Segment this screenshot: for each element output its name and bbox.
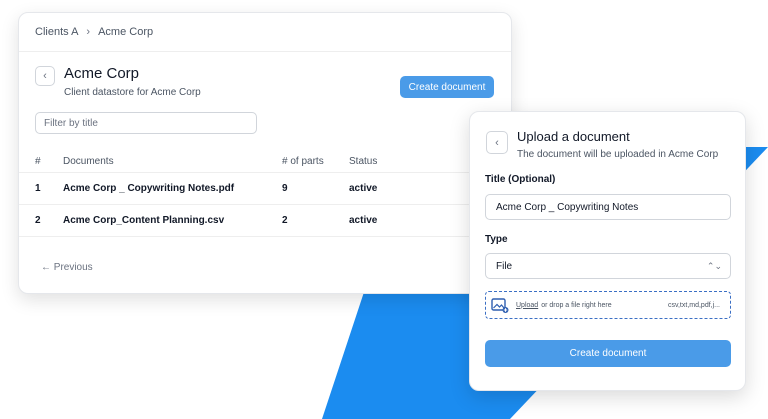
page-title: Acme Corp bbox=[64, 65, 140, 82]
header-text: Acme Corp Client datastore for Acme Corp bbox=[64, 65, 201, 98]
submit-create-document-button[interactable]: Create document bbox=[485, 340, 731, 367]
column-header-documents: Documents bbox=[63, 155, 114, 167]
modal-title: Upload a document bbox=[517, 129, 630, 144]
row-number: 1 bbox=[35, 183, 41, 194]
documents-table: # Documents # of parts Status 1 Acme Cor… bbox=[19, 150, 511, 237]
document-name[interactable]: Acme Corp_Content Planning.csv bbox=[63, 215, 282, 226]
type-field-label: Type bbox=[485, 234, 508, 245]
parts-count: 9 bbox=[282, 183, 288, 194]
upload-link[interactable]: Upload bbox=[516, 302, 538, 309]
column-header-parts: # of parts bbox=[282, 155, 324, 167]
previous-page-button[interactable]: ← Previous bbox=[41, 262, 93, 273]
breadcrumb-parent[interactable]: Clients A bbox=[35, 26, 78, 38]
accepted-file-types: csv,txt,md,pdf,j... bbox=[668, 301, 720, 309]
drop-hint: or drop a file right here bbox=[541, 301, 612, 309]
page-subtitle: Client datastore for Acme Corp bbox=[64, 87, 201, 98]
parts-count: 2 bbox=[282, 215, 288, 226]
filter-input[interactable]: Filter by title bbox=[35, 112, 257, 134]
back-button[interactable]: ‹ bbox=[35, 66, 55, 86]
image-upload-icon bbox=[491, 297, 509, 313]
table-row[interactable]: 1 Acme Corp _ Copywriting Notes.pdf 9 ac… bbox=[19, 173, 511, 205]
table-row[interactable]: 2 Acme Corp_Content Planning.csv 2 activ… bbox=[19, 205, 511, 237]
breadcrumb-current: Acme Corp bbox=[98, 26, 154, 38]
file-dropzone[interactable]: Upload or drop a file right here csv,txt… bbox=[485, 291, 731, 319]
type-select[interactable]: File ⌃⌄ bbox=[485, 253, 731, 279]
select-arrows-icon: ⌃⌄ bbox=[706, 260, 722, 271]
page-header: ‹ Acme Corp Client datastore for Acme Co… bbox=[35, 65, 201, 98]
chevron-left-icon: ‹ bbox=[43, 70, 47, 82]
row-number: 2 bbox=[35, 215, 41, 226]
breadcrumb: Clients A › Acme Corp bbox=[19, 13, 511, 52]
modal-back-button[interactable]: ‹ bbox=[486, 131, 508, 154]
breadcrumb-separator-icon: › bbox=[86, 26, 91, 38]
create-document-button[interactable]: Create document bbox=[400, 76, 494, 98]
documents-panel: Clients A › Acme Corp ‹ Acme Corp Client… bbox=[18, 12, 512, 294]
document-name[interactable]: Acme Corp _ Copywriting Notes.pdf bbox=[63, 183, 282, 194]
status-label: active bbox=[349, 215, 378, 226]
column-header-status: Status bbox=[349, 155, 378, 167]
modal-subtitle: The document will be uploaded in Acme Co… bbox=[517, 149, 719, 160]
chevron-left-icon: ‹ bbox=[495, 136, 499, 149]
table-header-row: # Documents # of parts Status bbox=[19, 150, 511, 173]
title-input[interactable]: Acme Corp _ Copywriting Notes bbox=[485, 194, 731, 220]
column-header-number: # bbox=[35, 155, 41, 167]
status-label: active bbox=[349, 183, 378, 194]
type-select-value: File bbox=[496, 260, 513, 272]
upload-document-modal: ‹ Upload a document The document will be… bbox=[469, 111, 746, 391]
title-field-label: Title (Optional) bbox=[485, 174, 556, 185]
